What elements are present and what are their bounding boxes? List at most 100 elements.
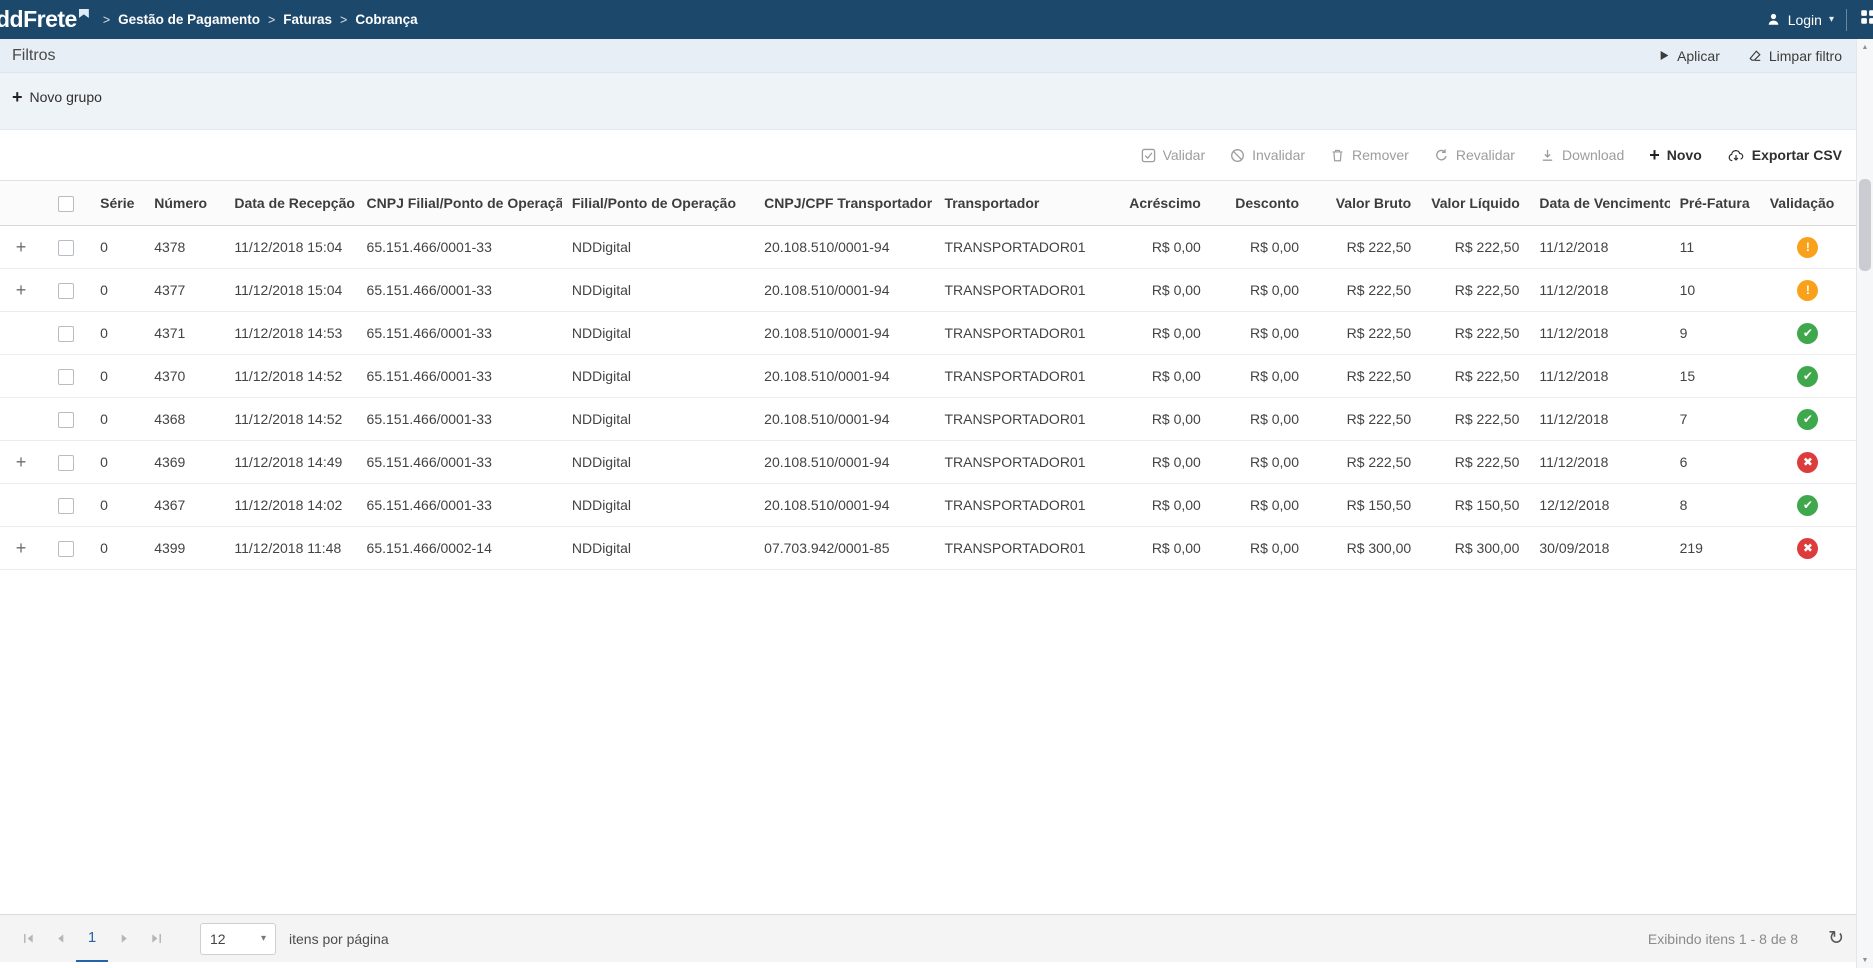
cell-acrescimo: R$ 0,00 — [1115, 226, 1211, 269]
download-icon — [1540, 148, 1555, 163]
cell-filial: NDDigital — [562, 312, 754, 355]
export-csv-button[interactable]: Exportar CSV — [1727, 147, 1842, 163]
row-checkbox[interactable] — [58, 498, 74, 514]
column-header-data_vencimento[interactable]: Data de Vencimento — [1529, 181, 1669, 226]
row-checkbox[interactable] — [58, 541, 74, 557]
cell-acrescimo: R$ 0,00 — [1115, 355, 1211, 398]
invoice-row-4368: 0436811/12/2018 14:5265.151.466/0001-33N… — [0, 398, 1856, 441]
scrollbar-thumb[interactable] — [1859, 179, 1871, 271]
row-checkbox[interactable] — [58, 412, 74, 428]
expand-row-icon[interactable]: + — [16, 452, 27, 472]
row-checkbox[interactable] — [58, 369, 74, 385]
apps-menu-button[interactable] — [1859, 8, 1873, 31]
validation-success-icon: ✔ — [1797, 323, 1818, 344]
cloud-download-icon — [1727, 148, 1745, 163]
row-checkbox[interactable] — [58, 240, 74, 256]
row-checkbox[interactable] — [58, 326, 74, 342]
cell-transportador: TRANSPORTADOR01 — [934, 398, 1114, 441]
cell-data_vencimento: 11/12/2018 — [1529, 441, 1669, 484]
new-button[interactable]: + Novo — [1649, 147, 1702, 163]
expand-row-icon[interactable]: + — [16, 280, 27, 300]
column-header-acrescimo[interactable]: Acréscimo — [1115, 181, 1211, 226]
row-checkbox[interactable] — [58, 283, 74, 299]
revalidate-button[interactable]: Revalidar — [1434, 147, 1515, 163]
cell-serie: 0 — [90, 441, 144, 484]
remove-button[interactable]: Remover — [1330, 147, 1409, 163]
cell-acrescimo: R$ 0,00 — [1115, 484, 1211, 527]
cell-numero: 4367 — [144, 484, 224, 527]
select-all-checkbox[interactable] — [58, 196, 74, 212]
refresh-grid-icon[interactable]: ↻ — [1828, 929, 1844, 948]
app-logo[interactable]: ddFrete — [0, 6, 89, 33]
vertical-scrollbar[interactable]: ▲ ▼ — [1856, 39, 1873, 968]
content-column: Filtros Aplicar Limpar filtro — [0, 39, 1856, 968]
validation-success-icon: ✔ — [1797, 409, 1818, 430]
expand-cell — [0, 398, 42, 441]
download-button[interactable]: Download — [1540, 147, 1624, 163]
column-header-numero[interactable]: Número — [144, 181, 224, 226]
chevron-down-icon: ▾ — [261, 933, 266, 944]
page-size-dropdown[interactable]: 12 ▾ — [200, 923, 276, 955]
cell-cnpj_filial: 65.151.466/0001-33 — [357, 226, 562, 269]
cell-serie: 0 — [90, 484, 144, 527]
column-label: Série — [100, 195, 134, 211]
cell-pre_fatura: 9 — [1670, 312, 1760, 355]
cell-cnpj_filial: 65.151.466/0001-33 — [357, 398, 562, 441]
cell-valor_bruto: R$ 222,50 — [1309, 269, 1421, 312]
first-page-button[interactable] — [12, 915, 44, 962]
cell-data_vencimento: 12/12/2018 — [1529, 484, 1669, 527]
invalidate-button[interactable]: Invalidar — [1230, 147, 1305, 163]
column-label: Pré-Fatura — [1680, 195, 1750, 211]
breadcrumb-item-gestao-de-pagamento[interactable]: Gestão de Pagamento — [118, 12, 260, 27]
apply-filter-button[interactable]: Aplicar — [1657, 48, 1720, 64]
validate-button[interactable]: Validar — [1141, 147, 1206, 163]
scrollbar-up-arrow-icon[interactable]: ▲ — [1857, 39, 1873, 55]
breadcrumb-item-cobranca[interactable]: Cobrança — [355, 12, 417, 27]
cell-valor_liquido: R$ 222,50 — [1421, 441, 1529, 484]
row-checkbox[interactable] — [58, 455, 74, 471]
expand-cell: + — [0, 269, 42, 312]
previous-page-button[interactable] — [44, 915, 76, 962]
column-label: Valor Bruto — [1336, 195, 1411, 211]
apply-filter-label: Aplicar — [1677, 48, 1720, 64]
cell-filial: NDDigital — [562, 355, 754, 398]
column-header-valor_liquido[interactable]: Valor Líquido — [1421, 181, 1529, 226]
apps-grid-icon — [1859, 8, 1873, 31]
next-page-button[interactable] — [108, 915, 140, 962]
expand-cell — [0, 484, 42, 527]
validation-cell: ✔ — [1760, 398, 1856, 441]
column-header-cnpj_transportador[interactable]: CNPJ/CPF Transportador — [754, 181, 934, 226]
scrollbar-down-arrow-icon[interactable]: ▼ — [1857, 952, 1873, 968]
column-header-transportador[interactable]: Transportador — [934, 181, 1114, 226]
expand-row-icon[interactable]: + — [16, 538, 27, 558]
column-header-filial[interactable]: Filial/Ponto de Operação — [562, 181, 754, 226]
clear-filter-button[interactable]: Limpar filtro — [1748, 48, 1842, 64]
cell-filial: NDDigital — [562, 527, 754, 570]
column-header-desconto[interactable]: Desconto — [1211, 181, 1309, 226]
table-body: +0437811/12/2018 15:0465.151.466/0001-33… — [0, 226, 1856, 570]
column-header-serie[interactable]: Série — [90, 181, 144, 226]
column-label: CNPJ/CPF Transportador — [764, 195, 932, 211]
column-header-pre_fatura[interactable]: Pré-Fatura — [1670, 181, 1760, 226]
column-header-validacao[interactable]: Validação — [1760, 181, 1856, 226]
select-cell — [42, 527, 90, 570]
column-label: Validação — [1770, 195, 1835, 211]
cell-valor_liquido: R$ 222,50 — [1421, 398, 1529, 441]
navbar-divider — [1846, 9, 1847, 31]
cell-valor_liquido: R$ 300,00 — [1421, 527, 1529, 570]
app-root: ddFrete > Gestão de Pagamento > Faturas … — [0, 0, 1873, 968]
column-header-select — [42, 181, 90, 226]
trash-icon — [1330, 148, 1345, 163]
cell-serie: 0 — [90, 312, 144, 355]
cell-numero: 4377 — [144, 269, 224, 312]
breadcrumb-item-faturas[interactable]: Faturas — [283, 12, 332, 27]
column-header-data_recepcao[interactable]: Data de Recepção↓ — [224, 181, 356, 226]
column-header-valor_bruto[interactable]: Valor Bruto — [1309, 181, 1421, 226]
expand-row-icon[interactable]: + — [16, 237, 27, 257]
page-number-current[interactable]: 1 — [76, 915, 108, 962]
new-filter-group-button[interactable]: + Novo grupo — [12, 89, 102, 105]
last-page-button[interactable] — [140, 915, 172, 962]
login-menu[interactable]: Login ▾ — [1766, 12, 1834, 28]
column-header-cnpj_filial[interactable]: CNPJ Filial/Ponto de Operação — [357, 181, 562, 226]
filters-title: Filtros — [12, 47, 56, 65]
